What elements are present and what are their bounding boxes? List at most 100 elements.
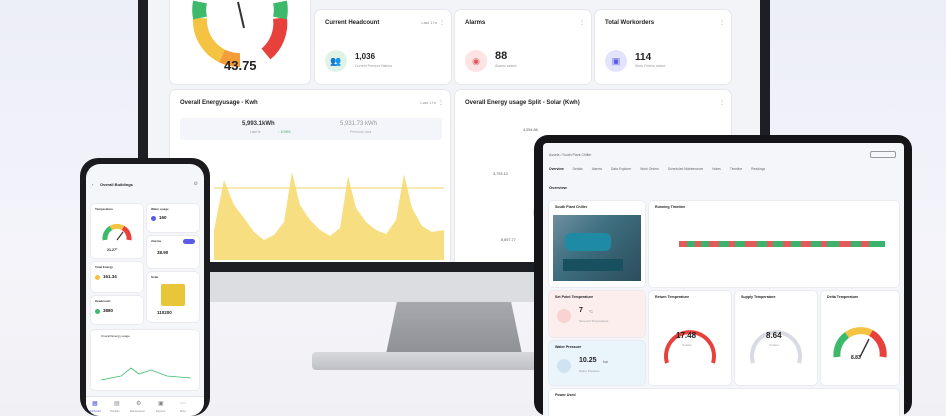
tab-scheduled-maintenance[interactable]: Scheduled Maintenance <box>668 167 703 171</box>
nav-maintenance[interactable]: Maintenance <box>130 410 145 413</box>
setpoint-unit: °C <box>589 310 593 314</box>
energy-change: ↓ 6.95% <box>278 130 291 134</box>
energy-split-title: Overall Energy usage Split - Solar (Kwh) <box>465 100 580 106</box>
alarm-label: Alarms <box>151 239 162 243</box>
portfolio-icon[interactable]: ▤ <box>114 400 120 407</box>
water-drop-icon <box>151 216 156 221</box>
header-button[interactable] <box>870 151 896 158</box>
return-temp-card: Return Temperature 17.48 Celsius <box>649 291 731 385</box>
energy-value: 161.34 <box>103 274 117 279</box>
energy-card-phone: Total Energy 161.34 <box>91 262 143 292</box>
workorders-sub: Work Orders raised <box>635 64 666 68</box>
gauge-arc-red <box>261 17 288 60</box>
bolt-icon <box>95 275 100 280</box>
tab-readings[interactable]: Readings <box>751 167 765 171</box>
more-icon[interactable]: ⋮ <box>719 99 725 106</box>
energy-total: 5,993.1kWh <box>242 121 275 127</box>
nav-portfolio[interactable]: Portfolio <box>110 410 120 413</box>
water-value: 160 <box>159 215 167 220</box>
tab-timeline[interactable]: Timeline <box>730 167 742 171</box>
headcount-label: Headcount <box>95 299 111 303</box>
more-icon[interactable]: ⋯ <box>180 400 186 407</box>
phone-chart-card: Overall Energy usage <box>91 330 199 390</box>
energy-area <box>214 172 444 260</box>
breadcrumb[interactable]: Assets / South Plant Chiller <box>549 153 591 157</box>
energy-prev-label: Previous hour <box>350 130 372 134</box>
tab-notes[interactable]: Notes <box>712 167 721 171</box>
solar-label: Solar <box>151 275 159 279</box>
nav-dashboard[interactable]: Dashboard <box>88 410 101 413</box>
more-icon[interactable]: ⋮ <box>439 19 445 26</box>
solar-card: Solar 110200 <box>147 272 199 322</box>
water-pressure-value: 10.25 <box>579 357 597 364</box>
people-icon <box>95 309 100 314</box>
alarm-card: Alarms 38.90 <box>147 236 199 268</box>
alarm-toggle[interactable] <box>183 239 195 244</box>
water-pressure-sub: Water Pressure <box>579 369 600 373</box>
supply-temp-card: Supply Temperature 8.64 Celsius <box>735 291 817 385</box>
delta-temp-title: Delta Temperature <box>827 295 859 299</box>
phone-bottom-nav: ▦ ▤ ⚙ ▣ ⋯ Dashboard Portfolio Maintenanc… <box>86 396 204 416</box>
tab-details[interactable]: Details <box>573 167 583 171</box>
temp-label: Temperature <box>95 207 113 211</box>
headcount-sub: Current Present Visitors <box>355 64 393 68</box>
setpoint-sub: Set point Temperature <box>579 319 609 323</box>
energy-card: Overall Energyusage - Kwh Last 1 hr ⋮ 5,… <box>170 90 450 262</box>
thermometer-icon <box>557 309 571 323</box>
power-title: Power Used <box>555 393 576 397</box>
alarms-title: Alarms <box>465 20 486 26</box>
energy-label: Total Energy <box>95 265 113 269</box>
phone-chart-title: Overall Energy usage <box>101 334 130 338</box>
energy-title: Overall Energyusage - Kwh <box>180 100 258 106</box>
more-icon[interactable]: ⋮ <box>719 19 725 26</box>
alarms-sub: Alarms raised <box>495 64 517 68</box>
more-icon[interactable]: ⋮ <box>579 19 585 26</box>
solar-value: 110200 <box>157 310 172 315</box>
water-pressure-card: Water Pressure 10.25 bar Water Pressure <box>549 341 645 385</box>
tab-alarms[interactable]: Alarms <box>592 167 602 171</box>
alarm-bell-icon: ◉ <box>465 50 487 72</box>
alarm-value: 38.90 <box>157 250 169 255</box>
headcount-value: 3880 <box>103 308 114 313</box>
nav-more[interactable]: More <box>180 410 186 413</box>
delta-temp-gauge <box>833 327 887 358</box>
phone-title: Overall Buildings <box>100 182 133 187</box>
asset-name: South Plant Chiller <box>555 205 588 209</box>
workorders-value: 114 <box>635 52 652 63</box>
supply-temp-title: Supply Temperature <box>741 295 776 299</box>
tablet-screen: Assets / South Plant Chiller Overview De… <box>543 143 904 416</box>
split-label-b: 6,697.77 <box>501 238 516 242</box>
overview-heading: Overview <box>549 185 567 190</box>
tab-work-orders[interactable]: Work Orders <box>640 167 659 171</box>
setpoint-card: Set Point Temperature 7 °C Set point Tem… <box>549 291 645 337</box>
nav-reports[interactable]: Reports <box>156 410 165 413</box>
energy-range[interactable]: Last 1 hr <box>420 100 436 105</box>
tablet-tabs: Overview Details Alarms Data Explorer Wo… <box>549 167 774 171</box>
dashboard-icon[interactable]: ▦ <box>92 400 98 407</box>
gauge-arc-yellow <box>192 17 226 63</box>
temp-card: Temperature 21.27° <box>91 204 143 258</box>
delta-temp-value: 8.83 <box>851 355 861 361</box>
more-icon[interactable]: ⋮ <box>438 99 444 106</box>
maintenance-icon[interactable]: ⚙ <box>136 400 141 407</box>
alarms-card: Alarms ⋮ ◉ 88 Alarms raised <box>455 10 591 84</box>
back-arrow-icon[interactable]: ‹ <box>92 182 93 187</box>
phone-line-chart <box>100 367 192 381</box>
gauge-card: 43.75 <box>170 0 310 84</box>
tab-overview[interactable]: Overview <box>549 167 564 171</box>
supply-temp-value: 8.64 <box>766 331 782 340</box>
water-label: Water usage <box>151 207 169 211</box>
tab-data-explorer[interactable]: Data Explorer <box>611 167 631 171</box>
generator-image <box>161 284 185 306</box>
split-label-a: 3,793.10 <box>493 172 508 176</box>
temp-gauge <box>102 223 132 241</box>
settings-icon[interactable]: ⚙ <box>194 181 198 187</box>
asset-image-card: South Plant Chiller <box>549 201 645 287</box>
energy-total-label: Last hr <box>250 130 261 134</box>
people-icon: 👥 <box>325 50 347 72</box>
reports-icon[interactable]: ▣ <box>158 400 164 407</box>
energy-area-chart <box>214 172 444 260</box>
headcount-range[interactable]: Last 1 hr <box>421 20 437 25</box>
supply-temp-unit: Celsius <box>769 343 779 347</box>
headcount-card: Current Headcount Last 1 hr ⋮ 👥 1,036 Cu… <box>315 10 451 84</box>
